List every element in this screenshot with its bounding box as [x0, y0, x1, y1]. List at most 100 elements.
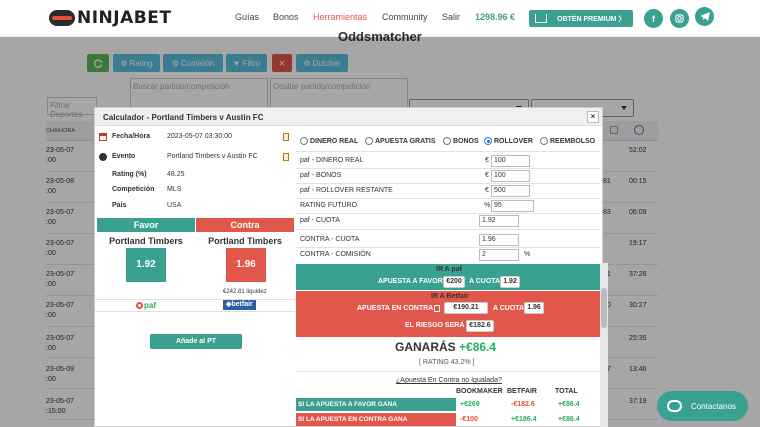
nav-guias[interactable]: Guías	[235, 12, 259, 22]
contra-team: Portland Timbers	[208, 236, 282, 246]
ir-a-paf-link[interactable]: IR A paf	[436, 266, 462, 273]
field-contra-cuota-input[interactable]: 1.96	[479, 234, 519, 246]
summary-header-betfair: BETFAIR	[507, 388, 537, 395]
nav-community[interactable]: Community	[382, 12, 428, 22]
radio-icon	[540, 137, 548, 145]
nav-salir[interactable]: Salir	[442, 12, 460, 22]
field-cuota-label: paf - CUOTA	[300, 217, 340, 224]
calculator-modal: Calculador - Portland Timbers v Austin F…	[94, 107, 603, 427]
fecha-value: 2023-05-07 03:30:00	[167, 133, 232, 140]
pais-label: País	[112, 202, 127, 209]
favor-band-odds: 1.92	[500, 276, 520, 288]
field-contra-cuota-label: CONTRA - CUOTA	[300, 236, 360, 243]
favor-header: Favor	[97, 218, 195, 232]
premium-button[interactable]: OBTÉN PREMIUM 〉	[529, 10, 633, 27]
contra-at-odds: A CUOTA	[493, 305, 525, 312]
currency-unit: €	[485, 187, 489, 194]
divider	[295, 168, 600, 169]
field-bonos-input[interactable]: 100	[491, 170, 530, 182]
chat-label: Contactanos	[691, 401, 736, 411]
summary-contra-betfair: +€186.4	[511, 416, 537, 423]
account-balance: 1298.96 €	[475, 12, 516, 22]
field-dinero-real-input[interactable]: 100	[491, 155, 530, 167]
paf-logo-icon	[136, 302, 143, 309]
field-rollover-input[interactable]: 500	[491, 185, 530, 197]
ir-a-betfair-link[interactable]: IR A Betfair	[431, 293, 469, 300]
result-rating: [ RATING 43.2% ]	[419, 359, 475, 366]
mode-dinero-real[interactable]: DINERO REAL	[300, 137, 358, 145]
divider	[295, 229, 600, 230]
favor-at-odds: A CUOTA	[469, 278, 501, 285]
field-contra-comision-label: CONTRA - COMISIÓN	[300, 251, 371, 258]
summary-contra-bookmaker: -€100	[460, 416, 478, 423]
pais-value: USA	[167, 202, 182, 209]
copy-icon[interactable]	[283, 133, 289, 141]
contact-chat-button[interactable]: Contactanos	[657, 391, 748, 421]
summary-header-bookmaker: BOOKMAKER	[456, 388, 503, 395]
favor-odds: 1.92	[126, 248, 166, 282]
field-dinero-real-label: paf - DINERO REAL	[300, 157, 364, 164]
percent-unit: %	[524, 251, 531, 258]
modal-close-button[interactable]: ×	[587, 111, 599, 123]
field-rollover-label: paf - ROLLOVER RESTANTE	[300, 187, 393, 194]
risk-value: €182.6	[466, 320, 494, 332]
contra-liquidity: €242.81 liquidez	[223, 289, 267, 295]
add-to-pt-button[interactable]: Añade al PT	[150, 334, 242, 349]
betfair-logo[interactable]: ◆betfair	[223, 300, 256, 310]
divider	[295, 198, 600, 199]
summary-contra-total: +€86.4	[558, 416, 580, 423]
mode-reembolso[interactable]: REEMBOLSO	[540, 137, 595, 145]
facebook-icon[interactable]: f	[644, 9, 663, 28]
paf-logo[interactable]: paf	[136, 301, 156, 310]
contra-odds: 1.96	[226, 248, 266, 282]
ninja-logo-icon	[49, 10, 75, 26]
calendar-icon	[99, 133, 107, 141]
evento-value: Portland Timbers v Austin FC	[167, 153, 258, 160]
modal-scrollbar-thumb[interactable]	[601, 288, 607, 328]
mode-rollover[interactable]: ROLLOVER	[484, 137, 533, 145]
divider	[295, 247, 600, 248]
copy-icon[interactable]	[434, 305, 440, 312]
copy-icon[interactable]	[283, 153, 289, 161]
mode-bonos[interactable]: BONOS	[443, 137, 479, 145]
summary-favor-betfair: -€182.6	[511, 401, 535, 408]
profit-result: GANARÁS +€86.4	[395, 340, 497, 354]
field-contra-comision-input[interactable]: 2	[479, 249, 519, 261]
brand-logo[interactable]: NINJABET	[49, 8, 171, 28]
radio-icon	[365, 137, 373, 145]
field-cuota-input[interactable]: 1.92	[479, 215, 519, 227]
divider	[295, 213, 600, 214]
fecha-label: Fecha/Hora	[112, 133, 151, 140]
favor-band-text: APUESTA A FAVOR	[378, 278, 443, 285]
favor-stake: €200	[443, 276, 465, 288]
bookmaker-strip	[95, 299, 295, 312]
radio-icon	[443, 137, 451, 145]
nav-herramientas[interactable]: Herramientas	[313, 12, 367, 22]
summary-row-favor-label: SI LA APUESTA A FAVOR GANA	[296, 398, 456, 411]
summary-favor-bookmaker: +€269	[460, 401, 480, 408]
chat-bubble-icon	[667, 400, 682, 412]
summary-favor-total: +€86.4	[558, 401, 580, 408]
football-icon	[99, 153, 107, 161]
cart-icon	[535, 14, 547, 23]
currency-unit: €	[485, 172, 489, 179]
premium-label: OBTÉN PREMIUM 〉	[557, 15, 626, 23]
telegram-icon[interactable]	[695, 7, 714, 26]
currency-unit: €	[485, 157, 489, 164]
field-bonos-label: paf - BONOS	[300, 172, 342, 179]
instagram-icon[interactable]	[670, 9, 689, 28]
radio-icon	[300, 137, 308, 145]
field-rating-futuro-input[interactable]: 95	[491, 200, 534, 212]
competicion-value: MLS	[167, 186, 182, 193]
risk-label: EL RIESGO SERÁ	[405, 322, 465, 329]
mode-apuesta-gratis[interactable]: APUESTA GRATIS	[365, 137, 436, 145]
contra-band-odds: 1.96	[524, 302, 544, 314]
unmatched-lay-link[interactable]: ¿Apuesta En Contra no Igualada?	[396, 377, 502, 384]
nav-bonos[interactable]: Bonos	[273, 12, 299, 22]
percent-unit: %	[484, 202, 491, 209]
field-rating-futuro-label: RATING FUTURO	[300, 202, 358, 209]
divider	[295, 371, 600, 372]
rating-value: 48.25	[167, 171, 185, 178]
divider	[295, 151, 600, 152]
competicion-label: Competición	[112, 186, 155, 193]
